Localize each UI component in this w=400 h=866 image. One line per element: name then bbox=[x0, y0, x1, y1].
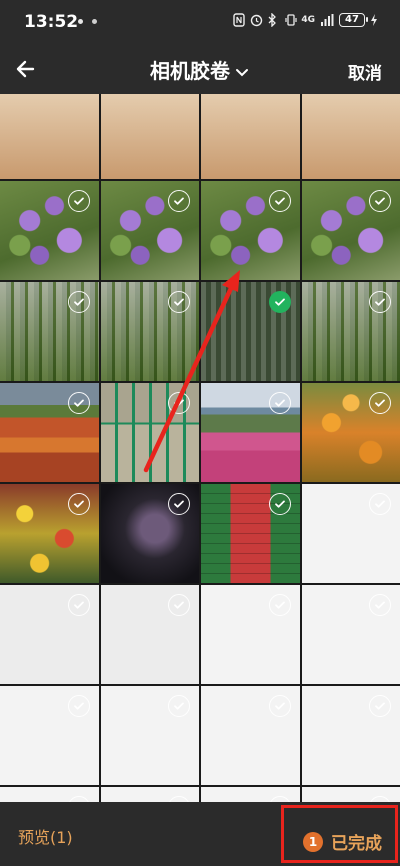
photo-image bbox=[0, 94, 99, 179]
header: 相机胶卷 取消 bbox=[0, 44, 400, 94]
photo-thumbnail[interactable] bbox=[201, 484, 300, 583]
status-bar: 13:52 4G 47 bbox=[0, 0, 400, 44]
photo-image bbox=[100, 94, 199, 179]
photo-image bbox=[301, 94, 400, 179]
photo-thumbnail[interactable] bbox=[301, 181, 400, 280]
photo-thumbnail[interactable] bbox=[100, 94, 199, 179]
photo-grid bbox=[0, 94, 400, 802]
charging-icon bbox=[370, 13, 378, 27]
select-check-icon[interactable] bbox=[67, 594, 90, 616]
select-check-icon[interactable] bbox=[168, 594, 190, 616]
cancel-button[interactable]: 取消 bbox=[348, 59, 382, 84]
photo-thumbnail[interactable] bbox=[201, 94, 300, 179]
status-icons: 4G 47 bbox=[233, 12, 378, 28]
photo-thumbnail[interactable] bbox=[100, 383, 199, 482]
notification-dot-icon bbox=[78, 19, 83, 24]
chevron-down-icon bbox=[236, 68, 248, 76]
photo-thumbnail[interactable] bbox=[201, 585, 300, 684]
photo-thumbnail[interactable] bbox=[201, 282, 300, 381]
select-check-icon[interactable] bbox=[168, 190, 190, 212]
photo-thumbnail[interactable] bbox=[301, 282, 400, 381]
photo-thumbnail[interactable] bbox=[100, 686, 199, 785]
network-type: 4G bbox=[301, 15, 315, 25]
photo-image bbox=[201, 94, 300, 179]
photo-thumbnail[interactable] bbox=[301, 585, 400, 684]
photo-thumbnail[interactable] bbox=[0, 585, 99, 684]
select-check-icon[interactable] bbox=[67, 695, 90, 717]
photo-thumbnail[interactable] bbox=[0, 484, 99, 583]
select-check-icon[interactable] bbox=[268, 695, 291, 717]
select-check-icon[interactable] bbox=[268, 291, 291, 313]
photo-thumbnail[interactable] bbox=[0, 94, 99, 179]
select-check-icon[interactable] bbox=[268, 190, 291, 212]
album-selector[interactable]: 相机胶卷 bbox=[0, 55, 400, 84]
photo-thumbnail[interactable] bbox=[0, 181, 99, 280]
select-check-icon[interactable] bbox=[168, 695, 190, 717]
select-check-icon[interactable] bbox=[67, 190, 90, 212]
notification-dot-icon bbox=[92, 19, 97, 24]
done-button[interactable]: 1 已完成 bbox=[303, 829, 382, 854]
bluetooth-icon bbox=[267, 12, 279, 28]
photo-thumbnail[interactable] bbox=[100, 181, 199, 280]
select-check-icon[interactable] bbox=[67, 493, 90, 515]
select-check-icon[interactable] bbox=[67, 392, 90, 414]
nfc-icon bbox=[233, 13, 246, 27]
photo-thumbnail[interactable] bbox=[0, 383, 99, 482]
select-check-icon[interactable] bbox=[168, 493, 190, 515]
photo-thumbnail[interactable] bbox=[301, 686, 400, 785]
photo-thumbnail[interactable] bbox=[0, 282, 99, 381]
vibrate-icon bbox=[284, 13, 297, 27]
photo-thumbnail[interactable] bbox=[301, 94, 400, 179]
photo-thumbnail[interactable] bbox=[201, 383, 300, 482]
photo-thumbnail[interactable] bbox=[201, 787, 300, 802]
select-check-icon[interactable] bbox=[369, 392, 391, 414]
select-check-icon[interactable] bbox=[369, 190, 391, 212]
done-label: 已完成 bbox=[331, 834, 382, 854]
select-check-icon[interactable] bbox=[369, 291, 391, 313]
select-check-icon[interactable] bbox=[168, 291, 190, 313]
photo-thumbnail[interactable] bbox=[100, 484, 199, 583]
selected-count-badge: 1 bbox=[303, 831, 323, 852]
photo-thumbnail[interactable] bbox=[0, 686, 99, 785]
photo-thumbnail[interactable] bbox=[201, 181, 300, 280]
select-check-icon[interactable] bbox=[369, 695, 391, 717]
photo-thumbnail[interactable] bbox=[100, 585, 199, 684]
page-title: 相机胶卷 bbox=[150, 59, 230, 83]
signal-icon bbox=[320, 13, 334, 27]
select-check-icon[interactable] bbox=[369, 493, 391, 515]
photo-thumbnail[interactable] bbox=[201, 686, 300, 785]
select-check-icon[interactable] bbox=[168, 392, 190, 414]
battery-level: 47 bbox=[345, 14, 359, 25]
battery-icon: 47 bbox=[339, 13, 368, 27]
photo-thumbnail[interactable] bbox=[100, 787, 199, 802]
photo-thumbnail[interactable] bbox=[301, 383, 400, 482]
photo-thumbnail[interactable] bbox=[301, 787, 400, 802]
select-check-icon[interactable] bbox=[268, 392, 291, 414]
select-check-icon[interactable] bbox=[369, 594, 391, 616]
photo-grid-area[interactable] bbox=[0, 94, 400, 802]
photo-thumbnail[interactable] bbox=[0, 787, 99, 802]
photo-thumbnail[interactable] bbox=[100, 282, 199, 381]
select-check-icon[interactable] bbox=[268, 594, 291, 616]
preview-button[interactable]: 预览(1) bbox=[18, 824, 73, 848]
photo-thumbnail[interactable] bbox=[301, 484, 400, 583]
alarm-icon bbox=[250, 13, 263, 27]
select-check-icon[interactable] bbox=[268, 493, 291, 515]
select-check-icon[interactable] bbox=[67, 291, 90, 313]
status-time: 13:52 bbox=[24, 12, 79, 32]
